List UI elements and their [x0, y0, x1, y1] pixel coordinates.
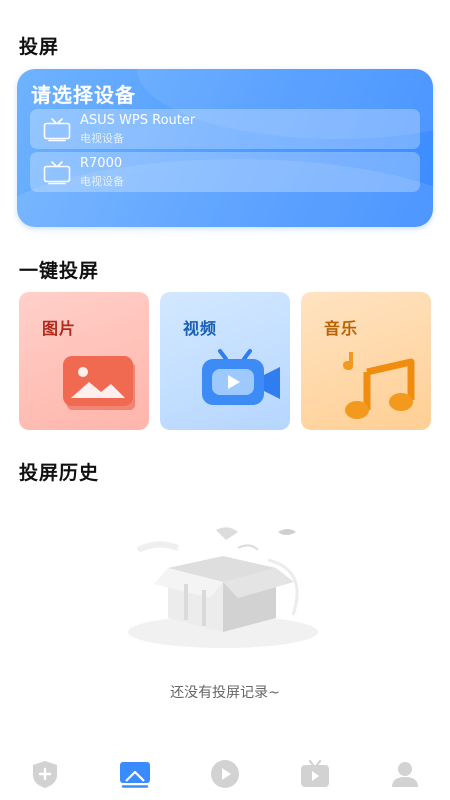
empty-box-icon [128, 527, 318, 648]
tv-play-icon [301, 759, 329, 787]
device-item-r7000[interactable]: R7000 电视设备 [30, 152, 420, 192]
music-note-icon [343, 352, 415, 419]
device-name: R7000 [80, 156, 123, 171]
tile-label: 音乐 [324, 319, 359, 338]
device-type: 电视设备 [80, 132, 124, 145]
cast-section-title: 投屏 [19, 36, 60, 58]
tile-label: 视频 [183, 319, 218, 338]
nav-item-tools[interactable] [20, 754, 70, 794]
cast-screen-icon [120, 762, 150, 788]
quick-cast-title: 一键投屏 [19, 260, 100, 282]
empty-box-illustration [118, 520, 328, 655]
video-camera-icon [202, 349, 280, 405]
user-icon [392, 762, 418, 787]
tv-icon [43, 118, 71, 142]
device-type: 电视设备 [80, 175, 124, 188]
nav-item-tv[interactable] [290, 754, 340, 794]
device-item-asus[interactable]: ASUS WPS Router 电视设备 [30, 109, 420, 149]
nav-item-profile[interactable] [380, 754, 430, 794]
cast-music-tile[interactable]: 音乐 [301, 292, 431, 430]
nav-item-cast[interactable] [110, 754, 160, 794]
cast-photo-tile[interactable]: 图片 [19, 292, 149, 430]
tile-label: 图片 [42, 319, 77, 338]
play-circle-icon [211, 760, 239, 788]
device-name: ASUS WPS Router [80, 113, 196, 128]
history-title: 投屏历史 [19, 462, 100, 484]
device-card-title: 请选择设备 [31, 83, 136, 107]
shield-plus-icon [33, 761, 57, 788]
device-select-card: 请选择设备 ASUS WPS Router 电视设备 R7000 电视设备 [17, 69, 433, 227]
picture-icon [63, 356, 135, 410]
tv-icon [43, 161, 71, 185]
history-empty-text: 还没有投屏记录~ [170, 685, 280, 701]
nav-item-video[interactable] [200, 754, 250, 794]
cast-video-tile[interactable]: 视频 [160, 292, 290, 430]
bottom-nav [0, 748, 450, 800]
